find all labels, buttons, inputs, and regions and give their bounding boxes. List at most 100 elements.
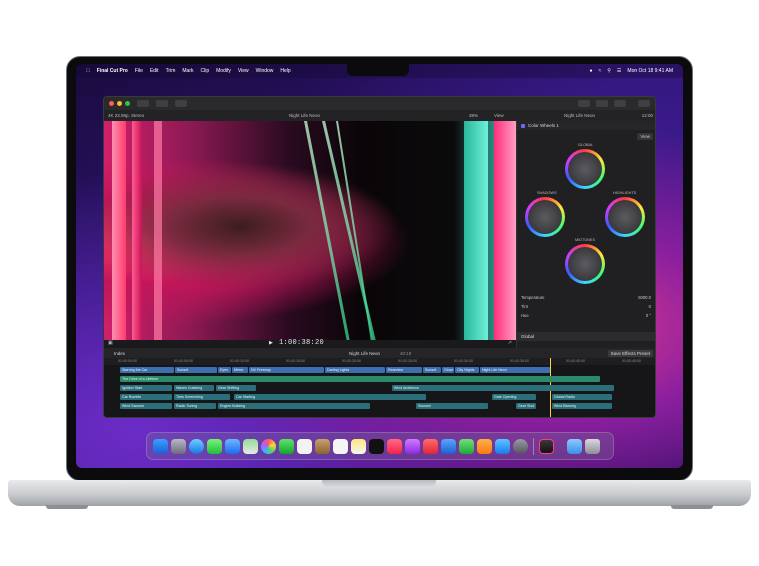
layout-button-1[interactable] [578,100,590,107]
menu-app-name[interactable]: Final Cut Pro [97,68,128,74]
final-cut-pro-icon[interactable] [539,439,554,454]
timeline-clip[interactable]: Eyes [218,367,231,373]
layout-button-2[interactable] [596,100,608,107]
app-store-icon[interactable] [495,439,510,454]
midtones-color-wheel[interactable] [565,244,605,284]
tint-param[interactable]: Tint 0 [521,304,651,309]
search-icon[interactable]: ⚲ [607,68,611,74]
podcasts-icon[interactable] [405,439,420,454]
pages-icon[interactable] [477,439,492,454]
timeline-clip[interactable]: NV Freeway [249,367,324,373]
timeline-clip[interactable]: Tires Screeching [174,394,230,400]
timeline-clip[interactable]: Wind Swoosh [120,403,172,409]
close-button[interactable] [109,101,114,106]
mail-icon[interactable] [225,439,240,454]
finder-icon[interactable] [153,439,168,454]
wifi-icon[interactable]: ≈ [599,68,602,74]
index-button[interactable]: Index [114,351,125,356]
menu-file[interactable]: File [135,68,143,74]
inspector-view-button[interactable]: View [637,133,653,140]
trash-icon[interactable] [585,439,600,454]
menu-window[interactable]: Window [256,68,274,74]
timeline-clip[interactable]: Starring the Car [120,367,174,373]
system-preferences-icon[interactable] [513,439,528,454]
facetime-icon[interactable] [279,439,294,454]
timeline-clip[interactable]: Ignition Start [120,385,172,391]
numbers-icon[interactable] [459,439,474,454]
timeline-clip[interactable]: Global Radio [552,394,612,400]
view-popup[interactable]: View [494,113,504,118]
background-tasks-button[interactable] [175,100,187,107]
viewer-canvas[interactable] [104,121,516,340]
menu-help[interactable]: Help [280,68,290,74]
safari-icon[interactable] [189,439,204,454]
control-center-icon[interactable]: ☰ [617,68,621,74]
timeline-clip[interactable]: Rearview [386,367,422,373]
timeline-clip[interactable]: Wind Ambience [392,385,614,391]
menu-trim[interactable]: Trim [166,68,176,74]
save-effects-preset-button[interactable]: Save Effects Preset [607,349,653,357]
timeline-clip[interactable]: Darting Lights [325,367,385,373]
layout-button-3[interactable] [614,100,626,107]
timeline-clip[interactable]: Car Starting [234,394,426,400]
zoom-button[interactable] [125,101,130,106]
menu-edit[interactable]: Edit [150,68,159,74]
downloads-folder-icon[interactable] [567,439,582,454]
timeline-clip[interactable]: Swoosh [416,403,488,409]
timeline-clip[interactable]: Radio Tuning [174,403,216,409]
apple-icon[interactable]:  [86,68,90,74]
news-icon[interactable] [423,439,438,454]
minimize-button[interactable] [117,101,122,106]
timeline-clip[interactable]: Engine Building [218,403,370,409]
timeline-clip[interactable]: Waves Crashing [174,385,214,391]
timeline-clip[interactable]: City Nights [455,367,479,373]
timeline-tracks[interactable]: Starring the Car Sunset Eyes Mirror NV F… [104,358,655,417]
timeline-clip[interactable]: Wind Blowing [552,403,612,409]
menu-modify[interactable]: Modify [216,68,231,74]
timeline-clip[interactable]: Close [442,367,454,373]
keywords-button[interactable] [156,100,168,107]
calendar-icon[interactable] [297,439,312,454]
photos-icon[interactable] [261,439,276,454]
keynote-icon[interactable] [441,439,456,454]
global-color-wheel[interactable] [565,149,605,189]
fullscreen-icon[interactable]: ↗ [508,340,512,346]
launchpad-icon[interactable] [171,439,186,454]
global-row[interactable]: Global [517,332,655,341]
transform-icon[interactable]: ▣ [108,340,113,346]
timeline-clip[interactable]: Mirror [232,367,248,373]
import-button[interactable] [137,100,149,107]
highlights-color-wheel[interactable] [605,197,645,237]
contacts-icon[interactable] [315,439,330,454]
menu-view[interactable]: View [238,68,249,74]
timeline-clip[interactable]: Gate Opening [492,394,536,400]
effect-header[interactable]: Color Wheels 1 [517,121,655,130]
maps-icon[interactable] [243,439,258,454]
timeline-clip[interactable]: Gear Shifting [216,385,256,391]
menu-clock[interactable]: Mon Oct 18 9:41 AM [627,68,673,74]
play-icon[interactable]: ▶ [269,340,273,346]
apple-tv-icon[interactable] [369,439,384,454]
music-icon[interactable] [387,439,402,454]
share-button[interactable] [638,100,650,107]
timeline-clip[interactable]: Night Life Neon [480,367,550,373]
timeline-project-name[interactable]: Night Life Neon [349,351,380,356]
timeline-clip[interactable]: Gear Shot [516,403,536,409]
effect-name[interactable]: Color Wheels 1 [528,123,559,128]
shadows-color-wheel[interactable] [525,197,565,237]
timeline-clip[interactable]: Car Rumble [120,394,172,400]
effect-toggle-icon[interactable] [521,123,525,128]
reminders-icon[interactable] [333,439,348,454]
screen-record-icon[interactable]: ● [589,68,592,74]
timeline-clip[interactable]: The Drive of a Lifetime [120,376,600,382]
timecode-display[interactable]: 1:00:38:20 [279,339,324,347]
zoom-popup[interactable]: 38% [469,113,478,118]
hue-param[interactable]: Hue 0 ° [521,313,651,318]
temperature-param[interactable]: Temperature 5000.0 [521,295,651,300]
notes-icon[interactable] [351,439,366,454]
timeline-clip[interactable]: Sunset [423,367,441,373]
messages-icon[interactable] [207,439,222,454]
timeline-ruler[interactable]: 01:00:00:00 01:00:05:00 01:00:10:00 01:0… [104,358,655,365]
menu-clip[interactable]: Clip [201,68,210,74]
menu-mark[interactable]: Mark [182,68,193,74]
